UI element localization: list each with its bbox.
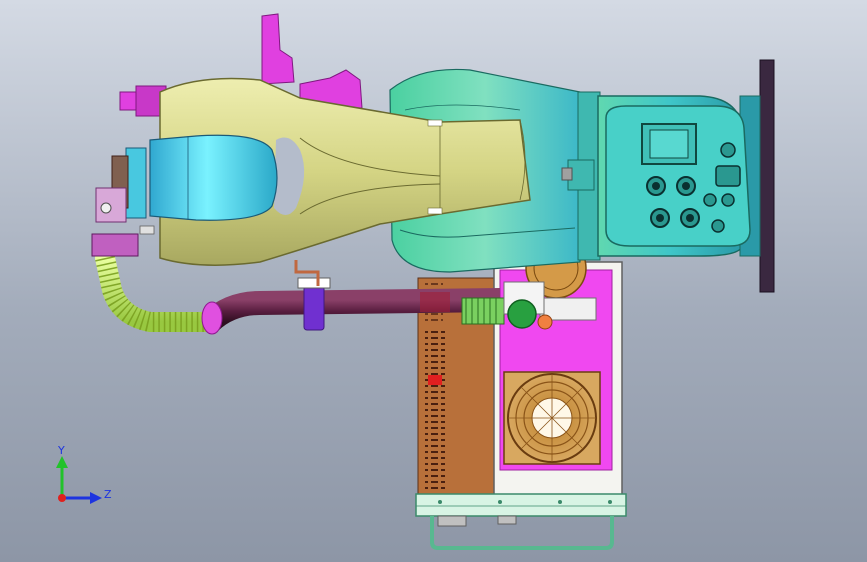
panel-connector-6[interactable]	[721, 193, 735, 207]
panel-port-square[interactable]	[715, 165, 741, 187]
wrist-joint[interactable]	[149, 134, 278, 221]
tool-bracket	[95, 187, 127, 223]
cabinet-vent-grille	[425, 330, 445, 492]
cabinet-cooling-fan[interactable]	[503, 371, 601, 465]
robot-cad-model[interactable]: Y Z	[0, 0, 867, 562]
cable-clamp	[303, 285, 325, 331]
panel-connector-5[interactable]	[703, 193, 717, 207]
connector-panel[interactable]	[605, 105, 751, 247]
triad-y-label: Y	[57, 444, 65, 457]
triad-z-label: Z	[104, 488, 112, 501]
base-mounting-plate	[759, 59, 775, 293]
end-effector[interactable]	[91, 147, 155, 257]
triad-x-axis	[58, 494, 66, 502]
panel-connector-8[interactable]	[711, 219, 725, 233]
cabinet-connector	[437, 515, 467, 527]
fitting-orange-cap	[537, 314, 553, 330]
cabinet-base-frame	[415, 493, 627, 517]
coordinate-triad: Y Z	[56, 444, 112, 504]
cabinet-red-indicator	[428, 375, 442, 385]
fitting-green-knob[interactable]	[507, 299, 537, 329]
cad-viewport[interactable]: Y Z	[0, 0, 867, 562]
hose-connector	[461, 297, 505, 325]
cabinet-connector-small	[497, 515, 517, 525]
hose-coupling	[201, 301, 223, 335]
tool-mount	[91, 233, 139, 257]
panel-connector-7[interactable]	[720, 142, 736, 158]
